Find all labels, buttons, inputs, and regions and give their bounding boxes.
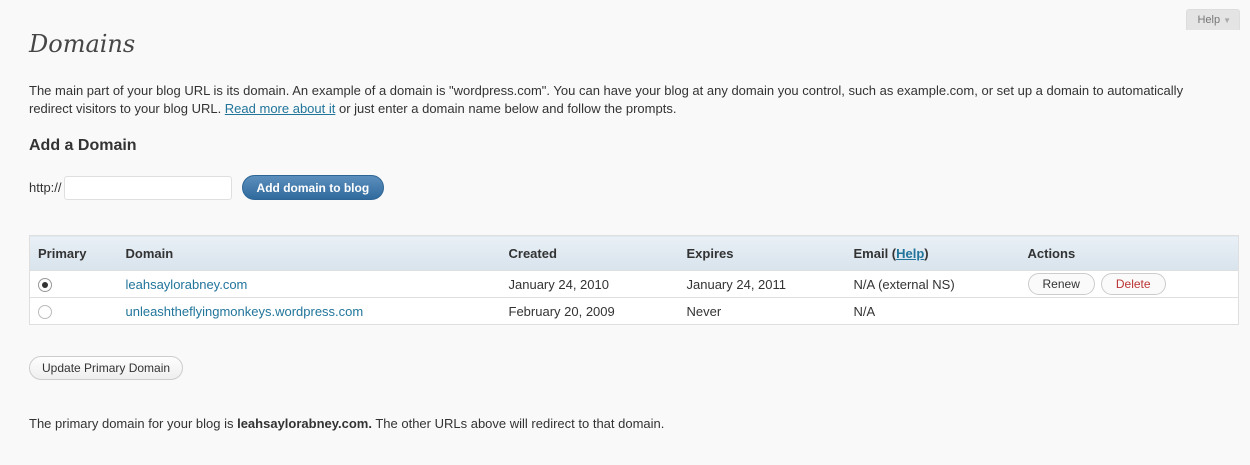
domain-link[interactable]: leahsaylorabney.com xyxy=(126,277,248,292)
domains-table: Primary Domain Created Expires Email (He… xyxy=(29,235,1239,325)
table-row: unleashtheflyingmonkeys.wordpress.com Fe… xyxy=(30,298,1239,325)
email-cell: N/A xyxy=(853,303,876,319)
domain-link[interactable]: unleashtheflyingmonkeys.wordpress.com xyxy=(126,304,364,319)
actions-cell: Renew Delete xyxy=(1019,270,1239,298)
primary-radio-unchecked[interactable] xyxy=(38,304,52,319)
renew-button[interactable]: Renew xyxy=(1027,273,1095,295)
col-email-label: Email ( xyxy=(853,245,897,261)
col-primary: Primary xyxy=(29,235,118,271)
page-title: Domains xyxy=(29,30,136,58)
expires-cell: Never xyxy=(686,303,722,319)
help-tab[interactable]: Help ▼ xyxy=(1186,9,1240,30)
col-created: Created xyxy=(500,235,679,271)
add-domain-button[interactable]: Add domain to blog xyxy=(241,175,385,200)
footer-after: The other URLs above will redirect to th… xyxy=(371,416,665,431)
actions-cell xyxy=(1020,298,1239,325)
chevron-down-icon: ▼ xyxy=(1223,16,1231,25)
intro-text-after: or just enter a domain name below and fo… xyxy=(335,101,677,116)
http-prefix-label: http:// xyxy=(29,180,62,195)
primary-domain-name: leahsaylorabney.com. xyxy=(237,416,372,431)
expires-cell: January 24, 2011 xyxy=(678,270,846,298)
col-actions: Actions xyxy=(1019,235,1239,271)
col-expires: Expires xyxy=(678,235,846,271)
primary-radio-checked[interactable] xyxy=(38,277,52,292)
email-help-link[interactable]: Help xyxy=(896,246,924,261)
delete-button[interactable]: Delete xyxy=(1100,273,1166,295)
read-more-link[interactable]: Read more about it xyxy=(225,101,336,116)
footer-before: The primary domain for your blog is xyxy=(29,416,238,431)
domain-input[interactable] xyxy=(63,175,232,200)
table-header-row: Primary Domain Created Expires Email (He… xyxy=(29,235,1239,271)
col-domain: Domain xyxy=(117,235,501,271)
created-cell: January 24, 2010 xyxy=(500,270,679,298)
intro-text: The main part of your blog URL is its do… xyxy=(29,82,1229,118)
col-email-close: ) xyxy=(924,245,929,261)
email-cell: N/A (external NS) xyxy=(845,270,1020,298)
table-row: leahsaylorabney.com January 24, 2010 Jan… xyxy=(29,270,1239,298)
add-domain-row: http:// Add domain to blog xyxy=(29,175,385,200)
col-email: Email (Help) xyxy=(845,235,1020,271)
help-label: Help xyxy=(1197,14,1221,26)
update-primary-domain-button[interactable]: Update Primary Domain xyxy=(29,356,184,380)
add-domain-heading: Add a Domain xyxy=(29,137,137,154)
created-cell: February 20, 2009 xyxy=(508,303,615,319)
primary-domain-note: The primary domain for your blog is leah… xyxy=(29,416,664,431)
